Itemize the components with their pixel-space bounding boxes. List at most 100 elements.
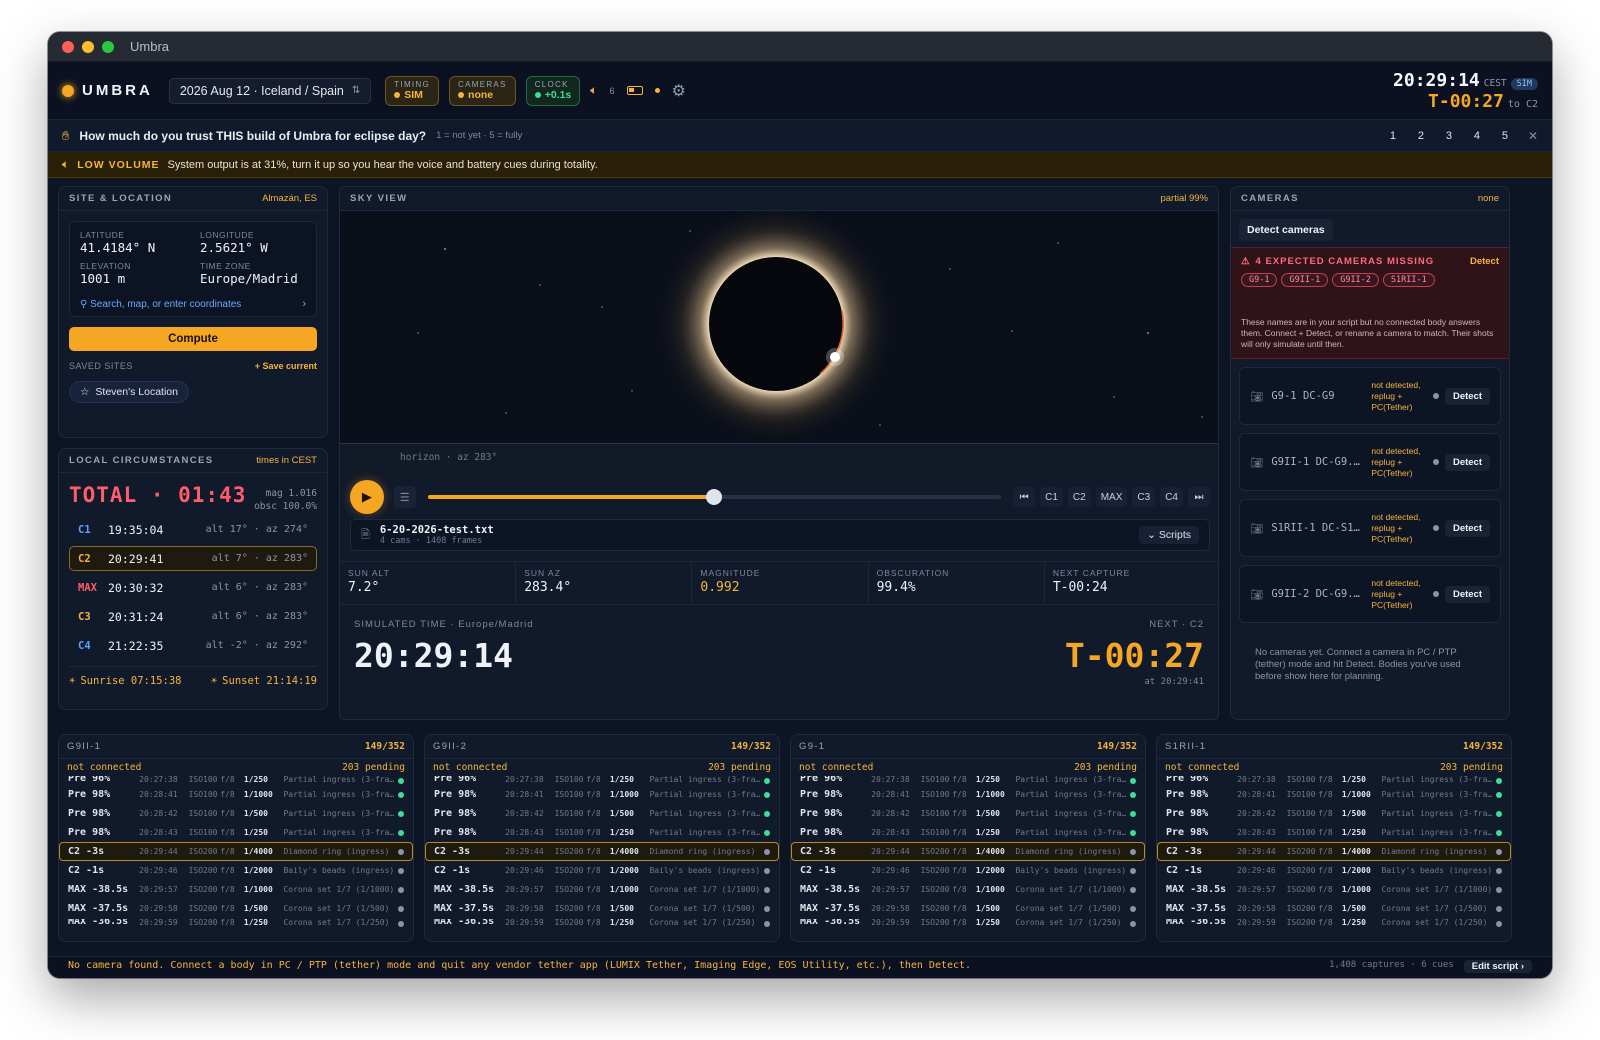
contact-row-c2[interactable]: C2 20:29:41 alt 7° · az 283° [69,546,317,571]
status-chip-clock[interactable]: CLOCK +0.1s [525,75,581,106]
shot-row[interactable]: Pre 98% 20:28:43 ISO100 f/8 1/250 Partial ing… [59,823,413,842]
shot-row[interactable]: Pre 98% 20:28:42 ISO100 f/8 1/500 Partial ing… [59,804,413,823]
contact-row-c1[interactable]: C1 19:35:04 alt 17° · az 274° [69,517,317,542]
shot-row[interactable]: MAX -37.5s 20:29:58 ISO200 f/8 1/500 Corona s… [1157,899,1511,918]
missing-camera-tag: G9II-1 [1281,273,1329,287]
shot-iso: ISO200 [188,866,218,875]
trust-option-1[interactable]: 1 [1382,126,1404,146]
search-location-link[interactable]: ⚲ Search, map, or enter coordinates [80,299,241,310]
shot-row[interactable]: Pre 98% 20:28:43 ISO100 f/8 1/250 Partial ing… [1157,823,1511,842]
eclipse-site-select[interactable]: 2026 Aug 12 · Iceland / Spain ⇅ [168,77,372,104]
status-chip-timing[interactable]: TIMING SIM [385,75,440,106]
shot-row[interactable]: C2 -1s 20:29:46 ISO200 f/8 1/2000 Baily's bea… [1157,861,1511,880]
save-current-button[interactable]: + Save current [255,361,317,371]
contact-row-c3[interactable]: C3 20:31:24 alt 6° · az 283° [69,604,317,629]
shot-row[interactable]: Pre 96% 20:27:38 ISO100 f/8 1/250 Partial ing… [791,775,1145,785]
shot-list-toggle[interactable]: ☰ [393,486,416,508]
camera-icon: 📷︎ [1250,522,1264,535]
shot-row[interactable]: Pre 98% 20:28:41 ISO100 f/8 1/1000 Partial in… [425,785,779,804]
jump-c2-button[interactable]: C2 [1067,487,1091,507]
shot-list-status-row: not connected 203 pending [1157,759,1511,775]
panel-title: CAMERAS [1241,193,1299,204]
shot-row[interactable]: C2 -1s 20:29:46 ISO200 f/8 1/2000 Baily's bea… [791,861,1145,880]
chip-value-text: none [468,89,494,101]
sky-canvas[interactable] [340,202,1218,446]
shot-row[interactable]: C2 -3s 20:29:44 ISO200 f/8 1/4000 Diamond rin… [59,842,413,861]
chevron-right-icon[interactable]: › [302,298,306,310]
shot-desc: Partial ingress (3-frame... [283,775,399,784]
shot-time: 20:29:57 [139,885,178,894]
close-icon[interactable]: ✕ [1528,129,1538,143]
shot-row[interactable]: MAX -37.5s 20:29:58 ISO200 f/8 1/500 Corona s… [791,899,1145,918]
timeline-handle[interactable] [706,489,723,505]
coordinates-card[interactable]: LATITUDE 41.4184° N ELEVATION 1001 m LON… [69,221,317,317]
compute-button[interactable]: Compute [69,327,317,351]
timeline-slider[interactable] [427,489,1002,505]
sunrise-icon: ☀ [69,675,76,687]
shot-row[interactable]: Pre 98% 20:28:41 ISO100 f/8 1/1000 Partial in… [1157,785,1511,804]
gear-icon[interactable]: ⚙ [672,81,686,101]
play-button[interactable]: ▶ [350,480,384,514]
shot-desc: Partial ingress (3-frame... [1015,790,1131,799]
detect-cameras-button[interactable]: Detect cameras [1239,219,1333,241]
saved-site-chip[interactable]: ☆ Steven's Location [69,381,189,403]
volume-icon[interactable]: 🔈︎ [590,83,597,98]
shot-row[interactable]: MAX -36.5s 20:29:59 ISO200 f/8 1/250 Corona s… [425,918,779,928]
shot-row[interactable]: C2 -1s 20:29:46 ISO200 f/8 1/2000 Baily's bea… [425,861,779,880]
wall-clock: 20:29:14 [1393,70,1480,91]
camera-detect-button[interactable]: Detect [1444,519,1490,537]
camera-detect-button[interactable]: Detect [1444,387,1490,405]
shot-row[interactable]: MAX -38.5s 20:29:57 ISO200 f/8 1/1000 Corona … [425,880,779,899]
shot-row[interactable]: Pre 98% 20:28:42 ISO100 f/8 1/500 Partial ing… [791,804,1145,823]
shot-row[interactable]: Pre 98% 20:28:42 ISO100 f/8 1/500 Partial ing… [1157,804,1511,823]
trust-option-3[interactable]: 3 [1438,126,1460,146]
shot-f: f/8 [586,828,601,837]
shot-row[interactable]: Pre 96% 20:27:38 ISO100 f/8 1/250 Partial ing… [1157,775,1511,785]
scripts-button[interactable]: ⌄ Scripts [1139,526,1199,544]
shot-row[interactable]: Pre 96% 20:27:38 ISO100 f/8 1/250 Partial ing… [59,775,413,785]
shot-row[interactable]: Pre 98% 20:28:42 ISO100 f/8 1/500 Partial ing… [425,804,779,823]
jump-c4-button[interactable]: C4 [1160,487,1183,507]
camera-name: G9II-2 DC-G9... [1271,588,1366,600]
shot-row[interactable]: MAX -38.5s 20:29:57 ISO200 f/8 1/1000 Corona … [791,880,1145,899]
next-event-label: NEXT · C2 [1149,619,1204,630]
skip-back-icon[interactable]: ⏮︎ [1013,487,1036,507]
camera-detect-button[interactable]: Detect [1444,453,1490,471]
shot-row[interactable]: Pre 96% 20:27:38 ISO100 f/8 1/250 Partial ing… [425,775,779,785]
camera-detect-button[interactable]: Detect [1444,585,1490,603]
missing-detect-button[interactable]: Detect [1470,256,1499,267]
shot-f: f/8 [220,918,235,927]
close-window-button[interactable] [62,40,74,53]
trust-option-5[interactable]: 5 [1494,126,1516,146]
minimize-window-button[interactable] [82,40,94,53]
edit-script-button[interactable]: Edit script › [1463,960,1532,973]
shot-row[interactable]: Pre 98% 20:28:41 ISO100 f/8 1/1000 Partial in… [791,785,1145,804]
chip-value: none [458,89,507,101]
shot-row[interactable]: C2 -3s 20:29:44 ISO200 f/8 1/4000 Diamond rin… [791,842,1145,861]
zoom-window-button[interactable] [102,40,114,53]
shot-row[interactable]: Pre 98% 20:28:41 ISO100 f/8 1/1000 Partial in… [59,785,413,804]
contact-row-max[interactable]: MAX 20:30:32 alt 6° · az 283° [69,575,317,600]
contact-row-c4[interactable]: C4 21:22:35 alt -2° · az 292° [69,633,317,658]
shot-row[interactable]: MAX -36.5s 20:29:59 ISO200 f/8 1/250 Corona s… [59,918,413,928]
script-file-row[interactable]: 🗎︎ 6-20-2026-test.txt 4 cams · 1408 fram… [350,519,1210,551]
jump-c3-button[interactable]: C3 [1132,487,1156,507]
shot-row[interactable]: MAX -38.5s 20:29:57 ISO200 f/8 1/1000 Corona … [59,880,413,899]
shot-row[interactable]: MAX -37.5s 20:29:58 ISO200 f/8 1/500 Corona s… [425,899,779,918]
shot-row[interactable]: MAX -38.5s 20:29:57 ISO200 f/8 1/1000 Corona … [1157,880,1511,899]
shot-row[interactable]: Pre 98% 20:28:43 ISO100 f/8 1/250 Partial ing… [425,823,779,842]
jump-max-button[interactable]: MAX [1095,487,1128,507]
shot-row[interactable]: Pre 98% 20:28:43 ISO100 f/8 1/250 Partial ing… [791,823,1145,842]
status-chip-cameras[interactable]: CAMERAS none [449,75,516,106]
jump-c1-button[interactable]: C1 [1040,487,1063,507]
shot-row[interactable]: MAX -36.5s 20:29:59 ISO200 f/8 1/250 Corona s… [1157,918,1511,928]
sunset-icon: ☀ [210,675,218,687]
shot-row[interactable]: C2 -3s 20:29:44 ISO200 f/8 1/4000 Diamond rin… [1157,842,1511,861]
skip-forward-icon[interactable]: ⏭︎ [1187,487,1210,507]
trust-option-2[interactable]: 2 [1410,126,1432,146]
shot-row[interactable]: MAX -37.5s 20:29:58 ISO200 f/8 1/500 Corona s… [59,899,413,918]
trust-option-4[interactable]: 4 [1466,126,1488,146]
shot-row[interactable]: C2 -1s 20:29:46 ISO200 f/8 1/2000 Baily's bea… [59,861,413,880]
shot-row[interactable]: MAX -36.5s 20:29:59 ISO200 f/8 1/250 Corona s… [791,918,1145,928]
shot-row[interactable]: C2 -3s 20:29:44 ISO200 f/8 1/4000 Diamond rin… [425,842,779,861]
